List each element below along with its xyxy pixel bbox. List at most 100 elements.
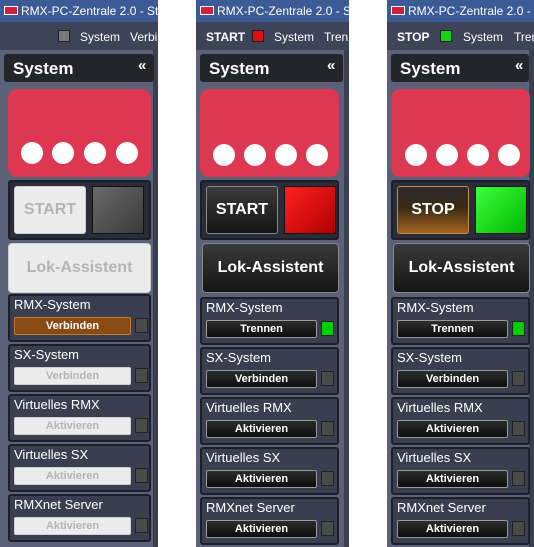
aktivieren-button[interactable]: Aktivieren <box>206 520 317 538</box>
section-virtuelles-rmx: Virtuelles RMX Aktivieren <box>200 397 339 445</box>
app-icon <box>200 6 214 15</box>
status-card <box>8 89 151 177</box>
aktivieren-button[interactable]: Aktivieren <box>397 470 508 488</box>
lok-assistent-button[interactable]: Lok-Assistent <box>8 243 151 293</box>
toolbar-system-menu[interactable]: System <box>463 30 503 44</box>
section-rmxnet-server: RMXnet Server Aktivieren <box>391 497 530 545</box>
lok-assistent-button[interactable]: Lok-Assistent <box>393 243 530 293</box>
section-label: SX-System <box>206 350 272 365</box>
toolbar: System Verbi <box>0 22 158 50</box>
status-led <box>321 371 334 386</box>
pane-connected-running: RMX-PC-Zentrale 2.0 - Sta STOP System Tr… <box>387 0 534 547</box>
window-title: RMX-PC-Zentrale 2.0 - Star <box>217 4 349 18</box>
status-led <box>512 421 525 436</box>
status-square-icon <box>440 30 452 42</box>
panel-title: System <box>400 59 461 78</box>
status-led <box>512 521 525 536</box>
section-sx-system: SX-System Verbinden <box>8 344 151 392</box>
aktivieren-button[interactable]: Aktivieren <box>206 420 317 438</box>
status-card <box>200 89 339 177</box>
power-led <box>284 186 336 234</box>
dot-icon <box>21 142 43 164</box>
app-icon <box>391 6 405 15</box>
dot-icon <box>467 144 489 166</box>
aktivieren-button[interactable]: Aktivieren <box>14 417 131 435</box>
title-bar: RMX-PC-Zentrale 2.0 - Sta <box>387 0 534 22</box>
status-led <box>321 421 334 436</box>
lok-assistent-button[interactable]: Lok-Assistent <box>202 243 339 293</box>
aktivieren-button[interactable]: Aktivieren <box>397 520 508 538</box>
verbinden-button[interactable]: Verbinden <box>14 367 131 385</box>
toolbar-trennen-menu[interactable]: Tren <box>514 30 534 44</box>
section-label: Virtuelles SX <box>397 450 472 465</box>
pane-disconnected: RMX-PC-Zentrale 2.0 - Stand System Verbi… <box>0 0 158 547</box>
status-led <box>512 471 525 486</box>
start-button[interactable]: START <box>14 186 86 234</box>
trennen-button[interactable]: Trennen <box>206 320 317 338</box>
section-label: RMX-System <box>14 297 91 312</box>
dot-icon <box>116 142 138 164</box>
section-rmx-system: RMX-System Verbinden <box>8 294 151 342</box>
control-row: START <box>8 180 151 240</box>
section-label: Virtuelles RMX <box>14 397 100 412</box>
section-label: SX-System <box>14 347 80 362</box>
section-label: RMXnet Server <box>206 500 295 515</box>
status-card <box>391 89 530 177</box>
section-rmx-system: RMX-System Trennen <box>200 297 339 345</box>
title-bar: RMX-PC-Zentrale 2.0 - Stand <box>0 0 158 22</box>
verbinden-button[interactable]: Verbinden <box>14 317 131 335</box>
status-led <box>135 418 148 433</box>
panel-title: System <box>13 59 74 78</box>
status-led <box>135 468 148 483</box>
panel-title: System <box>209 59 270 78</box>
dot-icon <box>405 144 427 166</box>
section-rmx-system: RMX-System Trennen <box>391 297 530 345</box>
dot-icon <box>436 144 458 166</box>
toolbar-system-menu[interactable]: System <box>274 30 314 44</box>
section-label: Virtuelles RMX <box>397 400 483 415</box>
panel-header: System « <box>4 54 154 82</box>
section-virtuelles-rmx: Virtuelles RMX Aktivieren <box>8 394 151 442</box>
panel-header: System « <box>200 54 343 82</box>
control-row: START <box>200 180 339 240</box>
section-virtuelles-sx: Virtuelles SX Aktivieren <box>391 447 530 495</box>
section-virtuelles-sx: Virtuelles SX Aktivieren <box>8 444 151 492</box>
collapse-icon[interactable]: « <box>515 57 523 74</box>
title-bar: RMX-PC-Zentrale 2.0 - Star <box>196 0 349 22</box>
control-row: STOP <box>391 180 530 240</box>
status-led <box>321 521 334 536</box>
toolbar-trennen-menu[interactable]: Tren <box>324 30 348 44</box>
toolbar-stop-button[interactable]: STOP <box>397 30 429 44</box>
aktivieren-button[interactable]: Aktivieren <box>397 420 508 438</box>
section-label: RMXnet Server <box>14 497 103 512</box>
status-square-icon <box>58 30 70 42</box>
toolbar-verbinden-menu[interactable]: Verbi <box>130 30 157 44</box>
power-led <box>92 186 144 234</box>
collapse-icon[interactable]: « <box>138 57 146 74</box>
verbinden-button[interactable]: Verbinden <box>206 370 317 388</box>
start-button[interactable]: START <box>206 186 278 234</box>
status-led <box>135 518 148 533</box>
status-led <box>512 371 525 386</box>
toolbar-system-menu[interactable]: System <box>80 30 120 44</box>
aktivieren-button[interactable]: Aktivieren <box>14 517 131 535</box>
section-rmxnet-server: RMXnet Server Aktivieren <box>200 497 339 545</box>
verbinden-button[interactable]: Verbinden <box>397 370 508 388</box>
section-label: RMX-System <box>206 300 283 315</box>
toolbar: STOP System Tren <box>387 22 534 50</box>
aktivieren-button[interactable]: Aktivieren <box>206 470 317 488</box>
collapse-icon[interactable]: « <box>327 57 335 74</box>
toolbar: START System Tren <box>196 22 349 50</box>
stop-button[interactable]: STOP <box>397 186 469 234</box>
status-square-icon <box>252 30 264 42</box>
section-label: RMX-System <box>397 300 474 315</box>
toolbar-start-button[interactable]: START <box>206 30 245 44</box>
status-led <box>135 318 148 333</box>
dot-icon <box>213 144 235 166</box>
section-label: RMXnet Server <box>397 500 486 515</box>
section-label: Virtuelles SX <box>206 450 281 465</box>
aktivieren-button[interactable]: Aktivieren <box>14 467 131 485</box>
dot-icon <box>275 144 297 166</box>
section-sx-system: SX-System Verbinden <box>200 347 339 395</box>
trennen-button[interactable]: Trennen <box>397 320 508 338</box>
